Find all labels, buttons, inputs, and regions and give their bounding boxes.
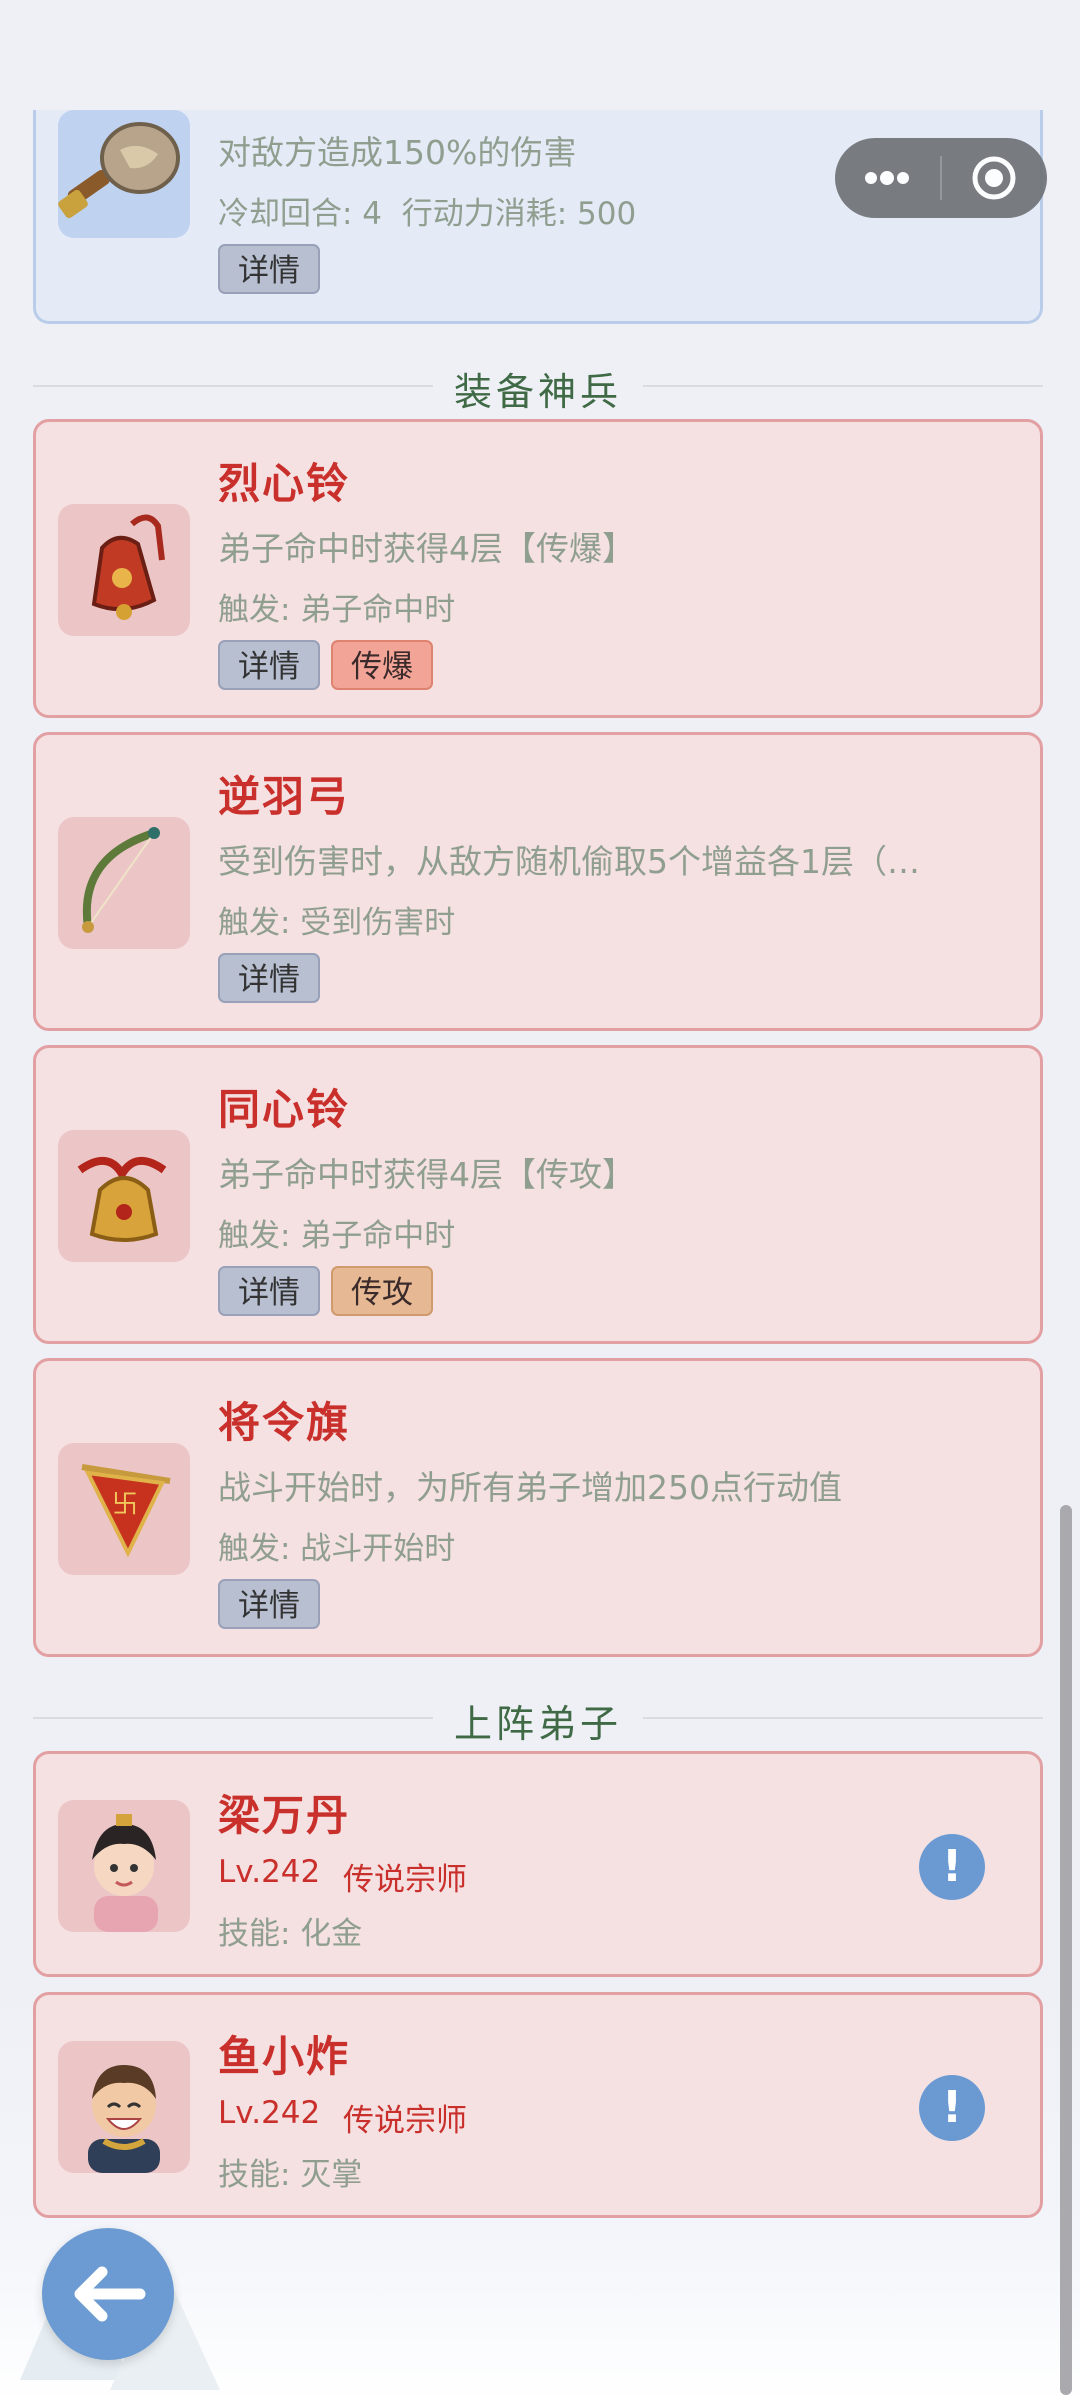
scrollbar[interactable] <box>1060 1505 1072 2395</box>
disciples-section-divider: 上阵弟子 <box>33 1687 1043 1747</box>
equipment-card: 逆羽弓 受到伤害时，从敌方随机偷取5个增益各1层（… 触发: 受到伤害时 详情 <box>33 732 1043 1031</box>
section-title: 上阵弟子 <box>453 1702 622 1746</box>
equipment-name: 将令旗 <box>218 1398 351 1447</box>
more-dots-icon[interactable] <box>835 138 940 218</box>
equipment-card: 卐 将令旗 战斗开始时，为所有弟子增加250点行动值 触发: 战斗开始时 详情 <box>33 1358 1043 1657</box>
detail-button[interactable]: 详情 <box>218 953 320 1003</box>
equipment-description: 弟子命中时获得4层【传爆】 <box>218 529 635 568</box>
equipment-card: 同心铃 弟子命中时获得4层【传攻】 触发: 弟子命中时 详情 传攻 <box>33 1045 1043 1344</box>
female-avatar-icon <box>58 1800 190 1932</box>
buff-tag[interactable]: 传攻 <box>331 1266 433 1316</box>
section-title: 装备神兵 <box>453 370 622 414</box>
equipment-section-divider: 装备神兵 <box>33 355 1043 415</box>
bow-icon <box>58 817 190 949</box>
detail-button[interactable]: 详情 <box>218 244 320 294</box>
equipment-card: 烈心铃 弟子命中时获得4层【传爆】 触发: 弟子命中时 详情 传爆 <box>33 419 1043 718</box>
disciple-name: 梁万丹 <box>218 1791 351 1840</box>
male-avatar-icon <box>58 2041 190 2173</box>
flag-icon: 卐 <box>58 1443 190 1575</box>
disciple-skill: 技能: 化金 <box>218 1916 363 1952</box>
disciple-skill: 技能: 灭掌 <box>218 2157 363 2193</box>
info-alert-icon[interactable]: ! <box>919 2075 985 2141</box>
page: 对敌方造成150%的伤害 冷却回合: 4 行动力消耗: 500 详情 装备神兵 … <box>0 0 1080 2401</box>
equipment-trigger: 触发: 弟子命中时 <box>218 592 456 628</box>
detail-button[interactable]: 详情 <box>218 1266 320 1316</box>
detail-button[interactable]: 详情 <box>218 1579 320 1629</box>
equipment-name: 逆羽弓 <box>218 772 351 821</box>
back-button[interactable] <box>42 2228 174 2360</box>
detail-button[interactable]: 详情 <box>218 640 320 690</box>
disciple-name: 鱼小炸 <box>218 2032 351 2081</box>
golden-bell-icon <box>58 1130 190 1262</box>
equipment-name: 烈心铃 <box>218 459 351 508</box>
disciple-card[interactable]: 鱼小炸 Lv.242 传说宗师 技能: 灭掌 ! <box>33 1992 1043 2218</box>
equipment-trigger: 触发: 受到伤害时 <box>218 905 456 941</box>
target-close-icon[interactable] <box>942 138 1047 218</box>
disciple-level: Lv.242 <box>218 1854 321 1890</box>
disciple-rank: 传说宗师 <box>343 1862 467 1898</box>
equipment-trigger: 触发: 战斗开始时 <box>218 1531 456 1567</box>
arrow-left-icon <box>74 2266 146 2322</box>
equipment-description: 受到伤害时，从敌方随机偷取5个增益各1层（… <box>218 842 920 881</box>
mini-program-capsule <box>835 138 1047 218</box>
equipment-description: 弟子命中时获得4层【传攻】 <box>218 1155 635 1194</box>
hammer-icon <box>58 110 190 238</box>
disciple-level: Lv.242 <box>218 2095 321 2131</box>
equipment-description: 战斗开始时，为所有弟子增加250点行动值 <box>218 1468 842 1507</box>
info-alert-icon[interactable]: ! <box>919 1834 985 1900</box>
svg-text:卐: 卐 <box>112 1490 138 1520</box>
disciple-card[interactable]: 梁万丹 Lv.242 传说宗师 技能: 化金 ! <box>33 1751 1043 1977</box>
buff-tag[interactable]: 传爆 <box>331 640 433 690</box>
disciple-rank: 传说宗师 <box>343 2103 467 2139</box>
equipment-trigger: 触发: 弟子命中时 <box>218 1218 456 1254</box>
red-bell-icon <box>58 504 190 636</box>
skill-cooldown: 冷却回合: 4 行动力消耗: 500 <box>218 196 637 232</box>
equipment-name: 同心铃 <box>218 1085 351 1134</box>
